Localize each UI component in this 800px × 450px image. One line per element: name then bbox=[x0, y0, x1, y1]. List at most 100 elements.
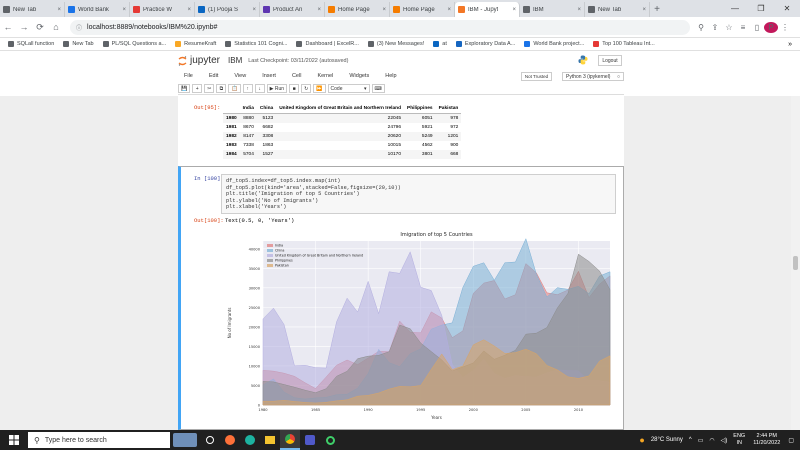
reading-list-icon[interactable]: ≡ bbox=[736, 23, 750, 32]
interrupt-icon[interactable]: ■ bbox=[289, 84, 300, 93]
wifi-icon[interactable]: ◠ bbox=[709, 437, 714, 444]
home-icon[interactable]: ⌂ bbox=[48, 22, 64, 32]
tab-close-icon[interactable]: × bbox=[315, 7, 321, 13]
more-bookmarks-icon[interactable]: » bbox=[788, 41, 792, 48]
browser-tab[interactable]: World Bank × bbox=[65, 2, 130, 17]
bookmark-item[interactable]: Statistics 101 Cogni... bbox=[225, 41, 287, 47]
bookmark-item[interactable]: Top 100 Tableau Int... bbox=[593, 41, 655, 47]
tab-close-icon[interactable]: × bbox=[380, 7, 386, 13]
clock[interactable]: 2:44 PM 11/20/2022 bbox=[753, 433, 780, 447]
tab-close-icon[interactable]: × bbox=[445, 7, 451, 13]
volume-icon[interactable]: ◁) bbox=[721, 437, 728, 444]
browser-tab[interactable]: Product An × bbox=[260, 2, 325, 17]
code-editor[interactable]: df_top5.index=df_top5.index.map(int) df_t… bbox=[221, 174, 616, 214]
minimize-button[interactable]: — bbox=[722, 0, 748, 17]
notebook-name[interactable]: IBM bbox=[228, 56, 242, 65]
teams-icon[interactable] bbox=[300, 430, 320, 450]
tab-close-icon[interactable]: × bbox=[120, 7, 126, 13]
bookmark-item[interactable]: Dashboard | ExcelR... bbox=[296, 41, 359, 47]
menu-item-widgets[interactable]: Widgets bbox=[349, 73, 369, 79]
profile-avatar[interactable]: P bbox=[764, 21, 778, 33]
tab-close-icon[interactable]: × bbox=[185, 7, 191, 13]
save-icon[interactable]: 💾 bbox=[178, 84, 191, 93]
browser-tab[interactable]: (1) Pooja S × bbox=[195, 2, 260, 17]
menu-item-help[interactable]: Help bbox=[385, 73, 396, 79]
browser-tab[interactable]: Practice W × bbox=[130, 2, 195, 17]
bookmark-item[interactable]: ResumeKraft bbox=[175, 41, 216, 47]
sidepanel-icon[interactable]: ▯ bbox=[750, 23, 764, 32]
bookmark-item[interactable]: Exploratory Data A... bbox=[455, 41, 515, 47]
bookmark-item[interactable]: World Bank project... bbox=[524, 41, 584, 47]
jupyter-logo[interactable]: jupyter bbox=[178, 55, 220, 66]
paste-icon[interactable]: 📋 bbox=[228, 84, 241, 93]
table-cell: 5123 bbox=[256, 113, 277, 123]
bookmark-item[interactable]: New Tab bbox=[63, 41, 94, 47]
browser-tab[interactable]: Home Page × bbox=[325, 2, 390, 17]
back-icon[interactable]: ← bbox=[0, 22, 16, 32]
windows-start-icon[interactable] bbox=[0, 430, 28, 450]
close-window-button[interactable]: ✕ bbox=[774, 0, 800, 17]
bookmark-item[interactable]: (3) New Messages! bbox=[367, 41, 424, 47]
search-highlight-icon[interactable] bbox=[170, 430, 200, 450]
command-palette-icon[interactable]: ⌨ bbox=[371, 84, 385, 93]
tab-close-icon[interactable]: × bbox=[250, 7, 256, 13]
zoom-icon[interactable]: ⚲ bbox=[694, 23, 708, 32]
reload-icon[interactable]: ⟳ bbox=[32, 22, 48, 33]
browser-tab[interactable]: New Tab × bbox=[0, 2, 65, 17]
task-view-icon[interactable] bbox=[200, 430, 220, 450]
move-down-icon[interactable]: ↓ bbox=[254, 84, 265, 93]
copy-icon[interactable]: ⧉ bbox=[216, 84, 227, 93]
code-cell-100[interactable]: In [100]: df_top5.index=df_top5.index.ma… bbox=[178, 166, 624, 430]
browser-tab[interactable]: IBM × bbox=[520, 2, 585, 17]
firefox-icon[interactable] bbox=[220, 430, 240, 450]
cut-icon[interactable]: ✂ bbox=[204, 84, 215, 93]
bookmark-item[interactable]: PL/SQL Questions a... bbox=[102, 41, 166, 47]
maximize-button[interactable]: ❐ bbox=[748, 0, 774, 17]
menu-item-file[interactable]: File bbox=[184, 73, 193, 79]
menu-item-edit[interactable]: Edit bbox=[209, 73, 218, 79]
page-scrollbar[interactable] bbox=[791, 96, 800, 430]
edge-icon[interactable] bbox=[240, 430, 260, 450]
menu-item-view[interactable]: View bbox=[234, 73, 246, 79]
move-up-icon[interactable]: ↑ bbox=[242, 84, 253, 93]
legend-label: United Kingdom of Great Britain and Nort… bbox=[275, 254, 363, 258]
scrollbar-thumb[interactable] bbox=[793, 256, 798, 270]
info-icon[interactable]: ⓘ bbox=[76, 23, 82, 32]
chrome-icon[interactable] bbox=[280, 430, 300, 450]
menu-item-cell[interactable]: Cell bbox=[292, 73, 301, 79]
bookmark-star-icon[interactable]: ☆ bbox=[722, 23, 736, 32]
weather-text[interactable]: 28°C Sunny bbox=[651, 437, 683, 443]
new-tab-button[interactable]: + bbox=[650, 2, 664, 17]
run-button[interactable]: ▶ Run bbox=[266, 84, 288, 93]
tab-close-icon[interactable]: × bbox=[55, 7, 61, 13]
bookmark-item[interactable]: at bbox=[433, 41, 447, 47]
network-icon[interactable]: ▭ bbox=[698, 437, 704, 444]
app-circle-icon[interactable] bbox=[320, 430, 340, 450]
weather-icon[interactable]: ● bbox=[639, 435, 644, 445]
bookmark-item[interactable]: SQLall function bbox=[8, 41, 54, 47]
browser-tab[interactable]: IBM - Jupyt × bbox=[455, 2, 520, 17]
restart-icon[interactable]: ↻ bbox=[301, 84, 312, 93]
url-field[interactable]: ⓘ localhost:8889/notebooks/IBM%20.ipynb# bbox=[70, 19, 690, 35]
tray-chevron-icon[interactable]: ^ bbox=[689, 437, 692, 443]
insert-cell-icon[interactable]: + bbox=[192, 84, 203, 93]
menu-kebab-icon[interactable]: ⋮ bbox=[778, 23, 792, 32]
tab-close-icon[interactable]: × bbox=[510, 7, 516, 13]
taskbar-search-field[interactable]: ⚲ Type here to search bbox=[28, 432, 170, 448]
forward-icon[interactable]: → bbox=[16, 22, 32, 32]
tab-close-icon[interactable]: × bbox=[575, 7, 581, 13]
bookmark-favicon-icon bbox=[8, 41, 14, 47]
cell-type-select[interactable]: Code ▾ bbox=[327, 84, 370, 93]
language-indicator[interactable]: ENG IN bbox=[733, 433, 745, 447]
browser-tab[interactable]: New Tab × bbox=[585, 2, 650, 17]
notification-icon[interactable]: ▢ bbox=[788, 437, 794, 444]
browser-tab[interactable]: Home Page × bbox=[390, 2, 455, 17]
file-explorer-icon[interactable] bbox=[260, 430, 280, 450]
menu-item-insert[interactable]: Insert bbox=[262, 73, 276, 79]
menu-item-kernel[interactable]: Kernel bbox=[317, 73, 333, 79]
restart-run-all-icon[interactable]: ⏩ bbox=[313, 84, 326, 93]
trusted-indicator[interactable]: Not Trusted bbox=[521, 72, 552, 81]
share-icon[interactable]: ⇪ bbox=[708, 23, 722, 32]
tab-close-icon[interactable]: × bbox=[640, 7, 646, 13]
logout-button[interactable]: Logout bbox=[598, 55, 622, 66]
